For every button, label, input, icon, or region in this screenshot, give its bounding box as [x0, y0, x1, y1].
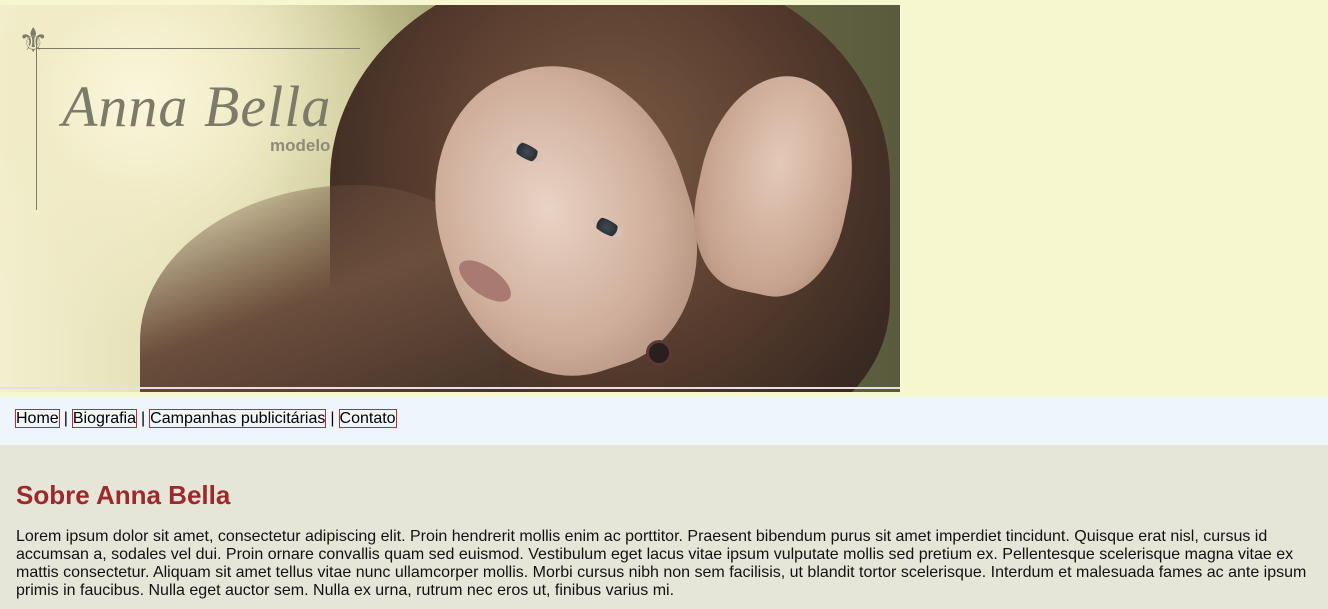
about-paragraph: Lorem ipsum dolor sit amet, consectetur … — [16, 528, 1307, 599]
header: ⚜ Anna Bella modelo — [0, 0, 1328, 395]
portrait-earring — [646, 340, 672, 366]
page-heading: Sobre Anna Bella — [16, 480, 231, 510]
logo-vertical-line — [36, 38, 37, 210]
logo-horizontal-line — [36, 48, 360, 49]
main-navigation: Home | Biografia | Campanhas publicitárias | C… — [0, 397, 1328, 445]
nav-link-campanhas[interactable]: Campanhas publicitárias — [149, 409, 327, 428]
logo-name: Anna Bella — [62, 74, 332, 139]
nav-separator: | — [63, 410, 68, 427]
nav-separator: | — [141, 410, 146, 427]
main-content: Sobre Anna Bella Lorem ipsum dolor sit a… — [0, 445, 1328, 609]
banner-divider — [0, 387, 900, 389]
fleur-de-lis-icon: ⚜ — [18, 21, 49, 61]
nav-separator: | — [330, 410, 335, 427]
nav-link-biografia[interactable]: Biografia — [71, 409, 137, 428]
nav-link-home[interactable]: Home — [15, 409, 60, 428]
header-banner-image: ⚜ Anna Bella modelo — [0, 5, 900, 392]
nav-link-contato[interactable]: Contato — [338, 409, 397, 428]
logo-subtitle: modelo — [270, 136, 331, 155]
nav-links: Home | Biografia | Campanhas publicitárias | C… — [15, 409, 397, 428]
